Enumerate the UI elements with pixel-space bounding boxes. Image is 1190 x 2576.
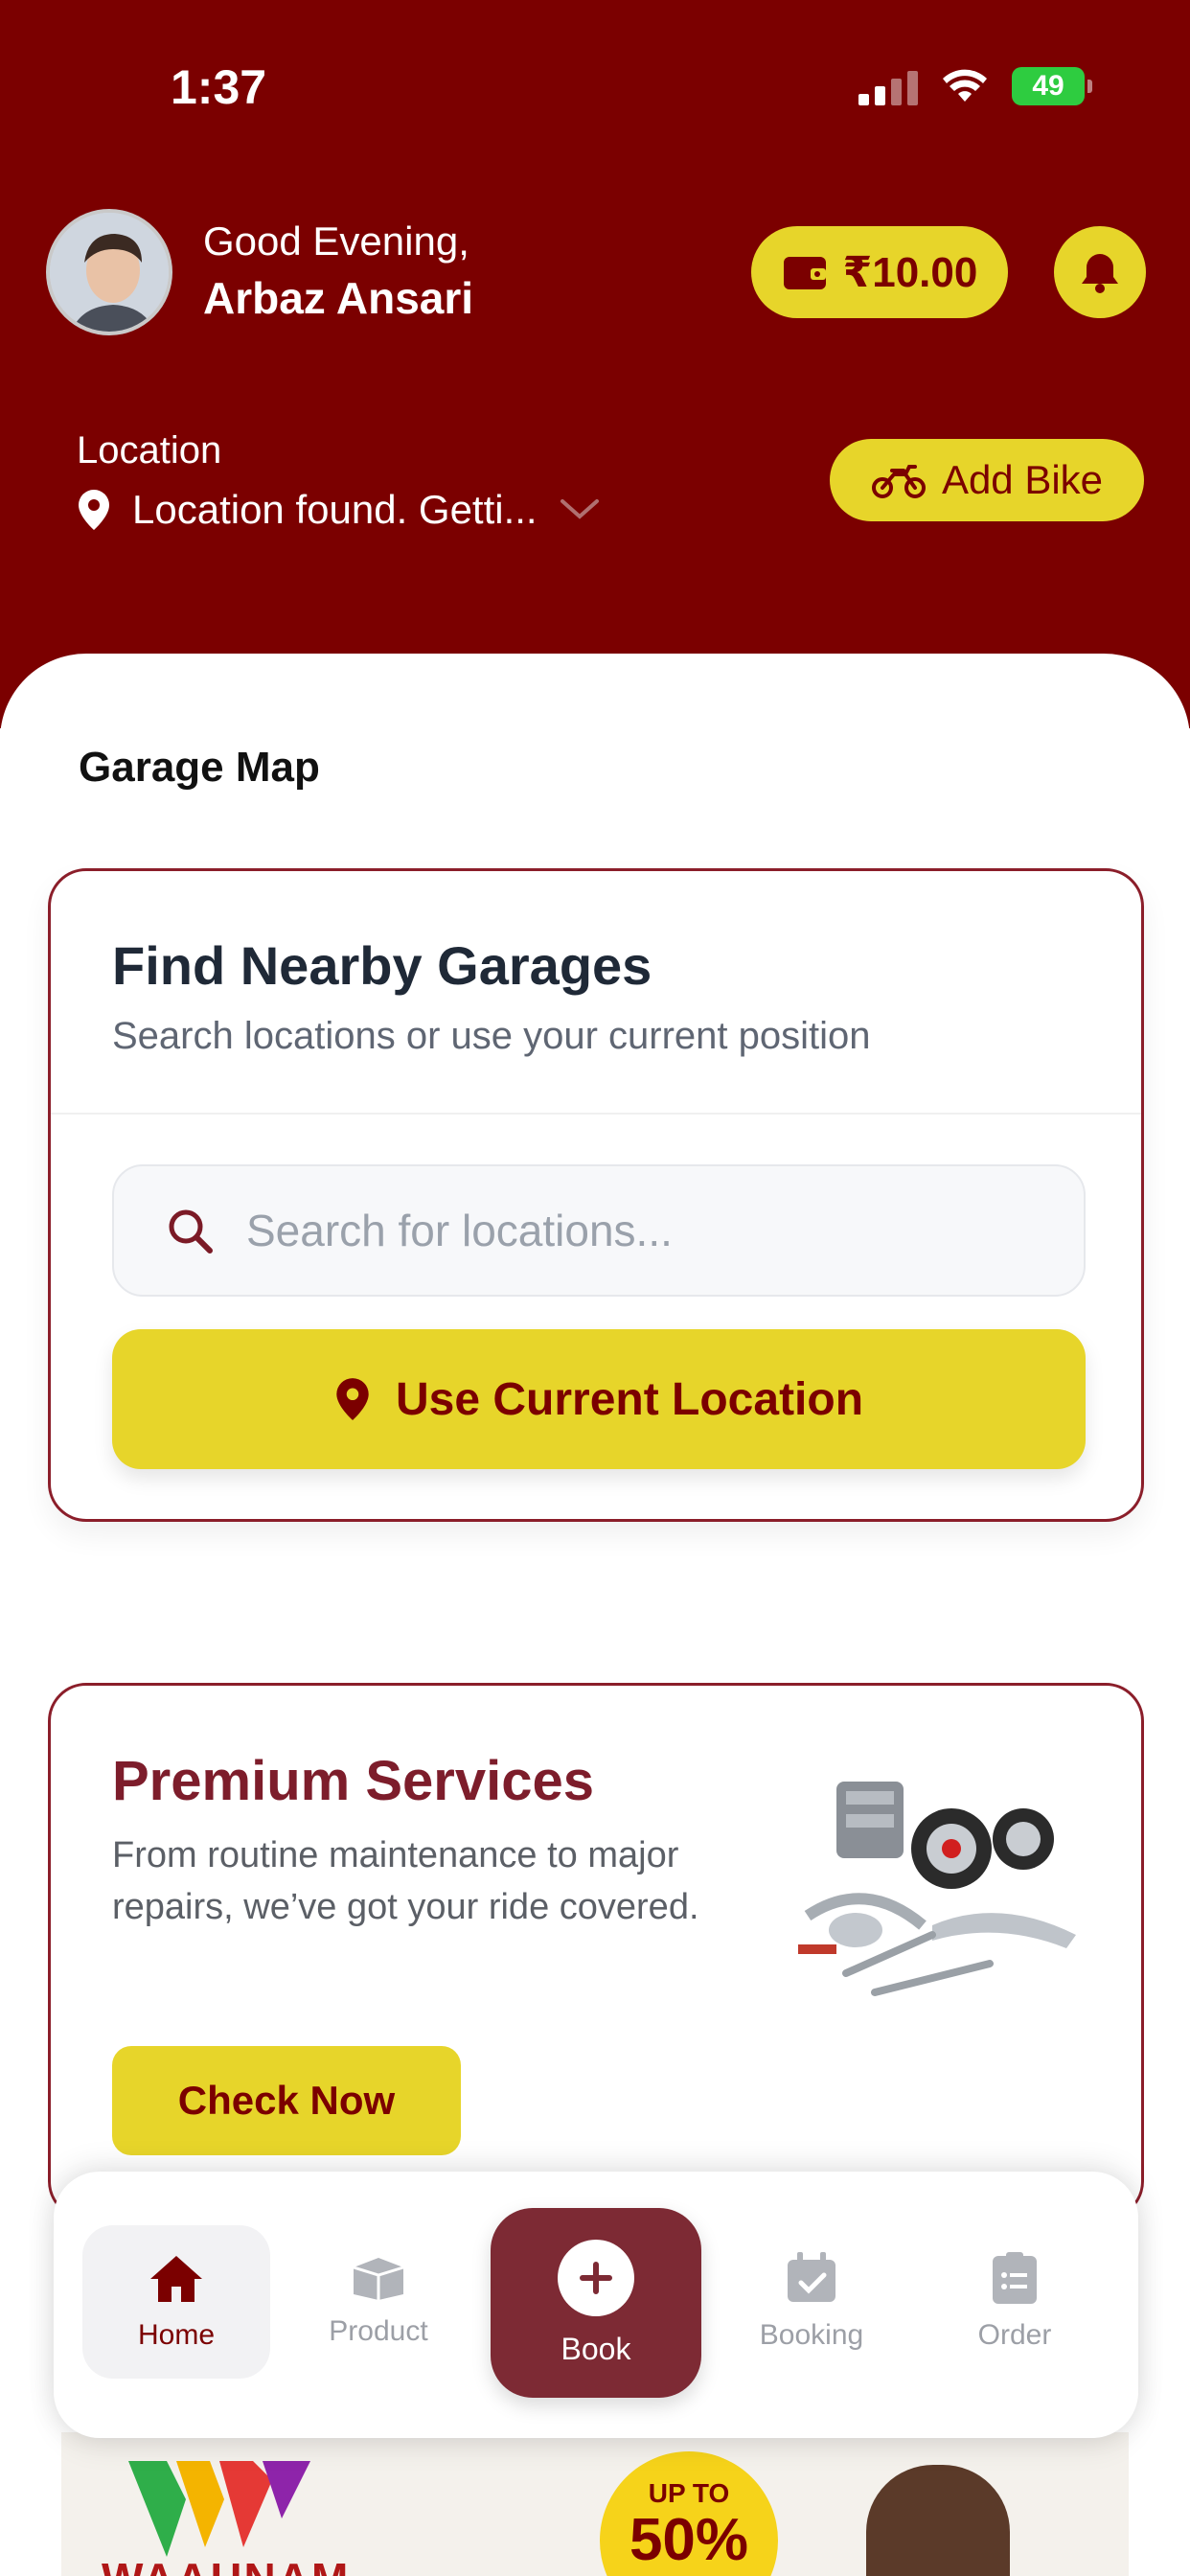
nav-order[interactable]: Order <box>933 2229 1096 2373</box>
badge-big: 50% <box>629 2507 749 2573</box>
card-title: Find Nearby Garages <box>112 935 652 996</box>
brand-logo <box>128 2461 310 2557</box>
premium-description: From routine maintenance to major repair… <box>112 1835 699 1927</box>
search-icon <box>169 1209 213 1254</box>
divider <box>51 1113 1141 1115</box>
bike-parts-image <box>798 1782 1076 1996</box>
avatar[interactable] <box>46 209 172 335</box>
search-input[interactable]: Search for locations... <box>112 1164 1086 1297</box>
nav-order-label: Order <box>977 2319 1052 2351</box>
greeting-text: Good Evening, <box>203 218 469 264</box>
card-subtitle: Search locations or use your current pos… <box>112 1015 871 1057</box>
wallet-icon <box>783 257 826 289</box>
nav-home[interactable]: Home <box>82 2225 270 2379</box>
add-bike-button[interactable]: Add Bike <box>830 439 1144 521</box>
check-now-button[interactable]: Check Now <box>112 2046 461 2155</box>
battery-icon: 49 <box>1012 67 1092 105</box>
signal-icon <box>858 67 918 105</box>
plus-icon <box>558 2239 634 2316</box>
home-icon <box>150 2256 202 2302</box>
premium-services-card: Premium Services From routine maintenanc… <box>48 1683 1144 2220</box>
premium-title: Premium Services <box>112 1750 594 1812</box>
calendar-check-icon <box>788 2252 835 2302</box>
box-icon <box>353 2258 404 2300</box>
location-pin-icon <box>79 490 109 530</box>
location-pin-icon <box>336 1378 369 1420</box>
use-current-location-button[interactable]: Use Current Location <box>112 1329 1086 1469</box>
badge-top: UP TO <box>648 2478 730 2508</box>
location-value: Location found. Getti... <box>132 487 538 532</box>
bell-icon <box>1082 254 1118 293</box>
location-selector[interactable]: Location found. Getti... <box>77 487 601 533</box>
battery-level: 49 <box>1032 70 1064 102</box>
promo-banner[interactable]: WAAHNAM UP TO 50% <box>61 2432 1129 2576</box>
wifi-icon <box>943 69 987 102</box>
nav-booking[interactable]: Booking <box>730 2229 893 2373</box>
search-placeholder: Search for locations... <box>246 1206 673 1255</box>
chevron-down-icon <box>560 499 599 519</box>
status-icons: 49 <box>858 67 1092 105</box>
bottom-navigation: Home Product Book Booking Order <box>54 2172 1138 2438</box>
motorcycle-icon <box>871 465 926 498</box>
wallet-amount: ₹10.00 <box>842 248 978 296</box>
nav-home-label: Home <box>137 2319 216 2351</box>
banner-brand: WAAHNAM <box>102 2553 350 2576</box>
nav-product-label: Product <box>329 2315 428 2347</box>
banner-person-image <box>866 2465 1010 2576</box>
nav-book-label: Book <box>561 2331 631 2366</box>
section-title: Garage Map <box>79 744 320 791</box>
use-location-label: Use Current Location <box>395 1373 864 1425</box>
find-garages-card: Find Nearby Garages Search locations or … <box>48 868 1144 1522</box>
avatar-image <box>50 213 169 332</box>
status-time: 1:37 <box>171 60 267 114</box>
nav-product[interactable]: Product <box>297 2229 460 2373</box>
discount-badge: UP TO 50% <box>600 2451 778 2576</box>
wallet-button[interactable]: ₹10.00 <box>751 226 1008 318</box>
notification-button[interactable] <box>1054 226 1146 318</box>
add-bike-label: Add Bike <box>941 457 1104 502</box>
location-label: Location <box>77 429 222 472</box>
header: 1:37 49 Good Evening, Arbaz Ansari ₹10.0… <box>0 0 1190 728</box>
nav-book[interactable]: Book <box>491 2208 701 2398</box>
user-name: Arbaz Ansari <box>203 273 474 323</box>
nav-booking-label: Booking <box>759 2319 864 2351</box>
clipboard-icon <box>993 2252 1037 2304</box>
